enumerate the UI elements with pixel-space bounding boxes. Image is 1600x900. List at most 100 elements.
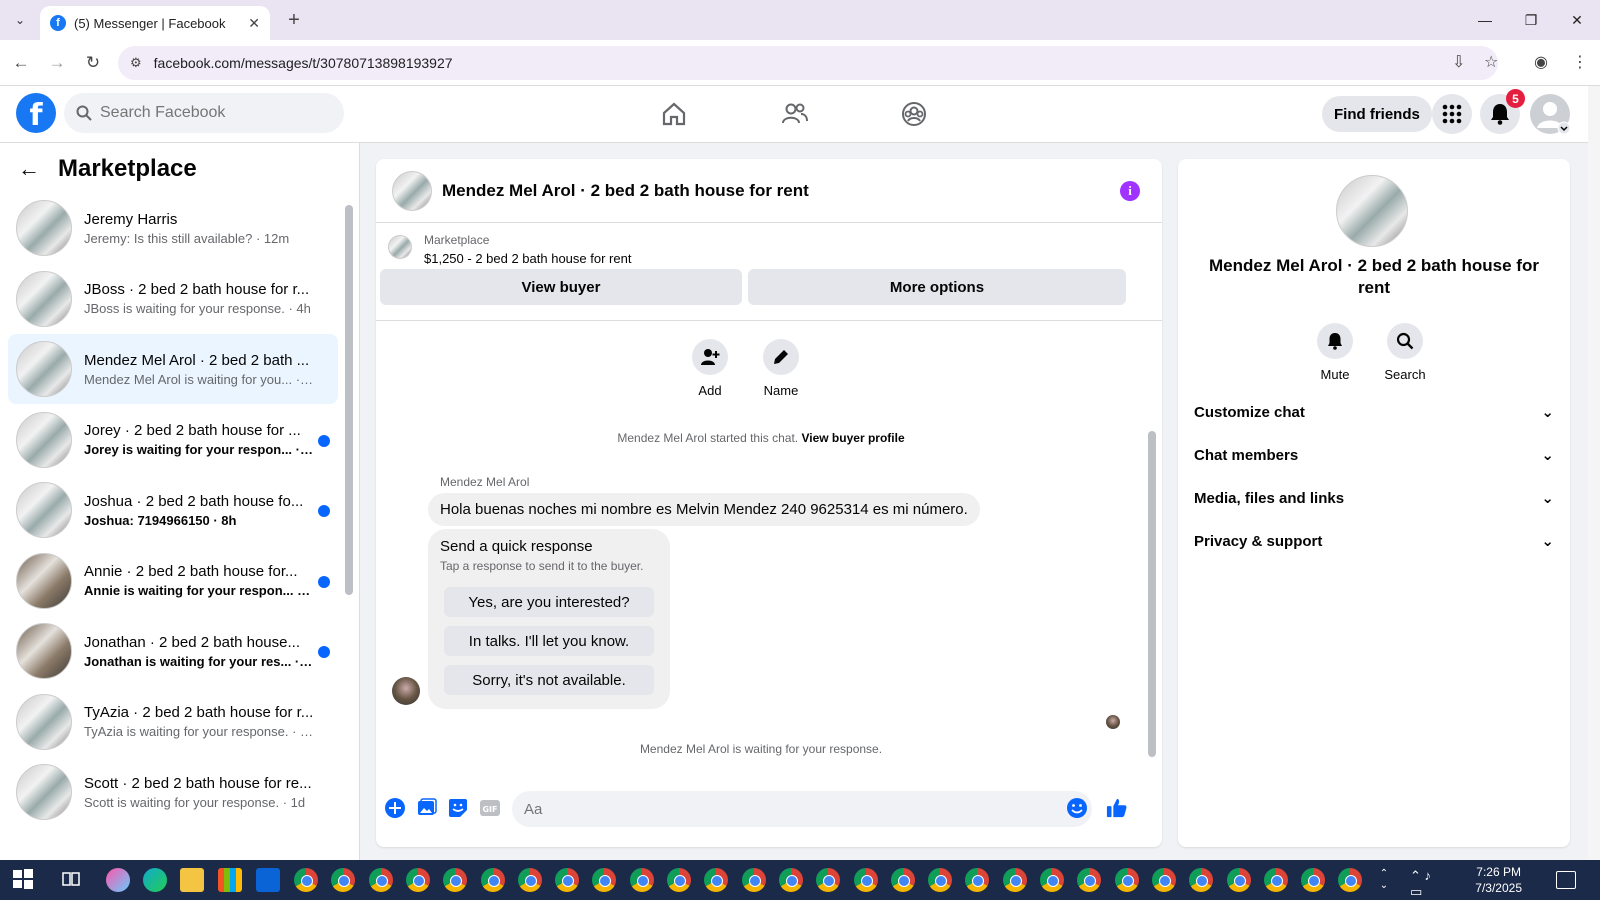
quick-response-option[interactable]: Yes, are you interested? (444, 587, 654, 617)
chrome-window-icon[interactable] (890, 868, 915, 892)
add-people-action[interactable]: Add (680, 339, 740, 398)
mail-icon[interactable] (256, 868, 280, 892)
back-arrow-icon[interactable]: ← (8, 50, 34, 76)
conversation-item[interactable]: Mendez Mel Arol · 2 bed 2 bath ... Mendez… (8, 334, 338, 404)
conversation-item[interactable]: Joshua · 2 bed 2 bath house fo... Joshua:… (8, 475, 338, 545)
chrome-window-icon[interactable] (331, 868, 356, 892)
section-chat-members[interactable]: Chat members ⌄ (1194, 438, 1554, 472)
chrome-window-icon[interactable] (480, 868, 505, 892)
chrome-window-icon[interactable] (816, 868, 841, 892)
chrome-window-icon[interactable] (741, 868, 766, 892)
conversation-item[interactable]: Jorey · 2 bed 2 bath house for ... Jorey … (8, 405, 338, 475)
details-avatar[interactable] (1336, 175, 1408, 247)
chrome-window-icon[interactable] (443, 868, 468, 892)
quick-response-option[interactable]: Sorry, it's not available. (444, 665, 654, 695)
windows-start-icon[interactable] (12, 868, 36, 892)
chrome-window-icon[interactable] (1077, 868, 1102, 892)
friends-icon[interactable] (774, 98, 814, 130)
chrome-window-icon[interactable] (667, 868, 691, 892)
conversation-item[interactable]: TyAzia · 2 bed 2 bath house for r... TyAz… (8, 687, 338, 757)
sticker-icon[interactable] (447, 797, 469, 819)
chrome-window-icon[interactable] (294, 868, 318, 892)
conversation-item[interactable]: Annie · 2 bed 2 bath house for... Annie i… (8, 546, 338, 616)
info-icon[interactable]: i (1120, 181, 1140, 201)
view-buyer-button[interactable]: View buyer (380, 269, 742, 305)
chrome-window-icon[interactable] (1226, 868, 1251, 892)
chrome-window-icon[interactable] (405, 868, 430, 892)
chrome-window-icon[interactable] (1040, 868, 1064, 892)
taskbar-clock[interactable]: 7:26 PM 7/3/2025 (1475, 864, 1522, 896)
chrome-window-icon[interactable] (629, 868, 654, 892)
chrome-window-icon[interactable] (965, 868, 990, 892)
chrome-window-icon[interactable] (1301, 868, 1326, 892)
notification-center-icon[interactable] (1556, 871, 1576, 889)
chrome-window-icon[interactable] (517, 868, 542, 892)
listing-title[interactable]: $1,250 - 2 bed 2 bath house for rent (424, 251, 631, 266)
search-input[interactable] (100, 104, 320, 122)
view-buyer-profile-link[interactable]: View buyer profile (801, 431, 904, 445)
copilot-icon[interactable] (106, 868, 130, 892)
file-explorer-icon[interactable] (180, 868, 204, 892)
photo-icon[interactable] (416, 797, 438, 819)
quick-response-option[interactable]: In talks. I'll let you know. (444, 626, 654, 656)
site-info-icon[interactable]: ⚙ (130, 55, 142, 71)
facebook-search[interactable] (64, 93, 344, 133)
browser-tab[interactable]: f (5) Messenger | Facebook ✕ (40, 6, 270, 40)
taskbar-scroll-icon[interactable]: ⌃ ⌄ (1372, 868, 1396, 892)
reload-icon[interactable]: ↻ (80, 50, 106, 76)
gif-icon[interactable]: GIF (478, 797, 502, 819)
section-customize-chat[interactable]: Customize chat ⌄ (1194, 395, 1554, 429)
mute-action[interactable]: Mute (1305, 323, 1365, 382)
new-tab-plus-icon[interactable]: + (282, 8, 306, 32)
section-media-files-links[interactable]: Media, files and links ⌄ (1194, 481, 1554, 515)
search-chat-action[interactable]: Search (1375, 323, 1435, 382)
chat-scrollbar[interactable] (1148, 431, 1156, 757)
chrome-window-icon[interactable] (368, 868, 393, 892)
conversation-item[interactable]: Scott · 2 bed 2 bath house for re... Scot… (8, 757, 338, 827)
chat-avatar[interactable] (392, 170, 432, 211)
browser-menu-icon[interactable]: ⋮ (1572, 52, 1588, 72)
sidebar-scrollbar[interactable] (345, 205, 353, 595)
system-tray-icons[interactable]: ⌃ ♪ ▭ (1410, 868, 1434, 899)
groups-icon[interactable] (894, 98, 934, 130)
chrome-window-icon[interactable] (928, 868, 953, 892)
section-privacy-support[interactable]: Privacy & support ⌄ (1194, 524, 1554, 558)
chrome-window-icon[interactable] (1151, 868, 1176, 892)
bookmark-star-icon[interactable]: ☆ (1484, 52, 1498, 72)
message-input[interactable] (512, 791, 1092, 827)
find-friends-button[interactable]: Find friends (1322, 96, 1432, 132)
tab-close-icon[interactable]: ✕ (248, 15, 260, 32)
conversation-item[interactable]: Jonathan · 2 bed 2 bath house... Jonathan… (8, 616, 338, 686)
conversation-item[interactable]: Jeremy Harris Jeremy: Is this still avail… (8, 193, 338, 263)
chrome-window-icon[interactable] (704, 868, 729, 892)
task-view-icon[interactable] (60, 868, 84, 892)
page-scrollbar[interactable] (1588, 86, 1600, 860)
emoji-icon[interactable] (1066, 797, 1088, 819)
sender-avatar[interactable] (392, 677, 420, 705)
name-chat-action[interactable]: Name (751, 339, 811, 398)
back-arrow-icon[interactable]: ← (18, 156, 40, 182)
chrome-window-icon[interactable] (555, 868, 580, 892)
thumbs-up-icon[interactable] (1106, 797, 1128, 819)
chrome-window-icon[interactable] (592, 868, 617, 892)
restore-window-icon[interactable]: ❐ (1508, 0, 1554, 40)
conversation-item[interactable]: JBoss · 2 bed 2 bath house for r... JBoss… (8, 264, 338, 334)
minimize-window-icon[interactable]: — (1462, 0, 1508, 40)
address-bar[interactable]: ⚙ facebook.com/messages/t/30780713898193… (118, 46, 1498, 80)
install-app-icon[interactable]: ⇩ (1452, 52, 1465, 72)
chrome-window-icon[interactable] (853, 868, 878, 892)
message-bubble[interactable]: Hola buenas noches mi nombre es Melvin M… (428, 493, 980, 526)
chrome-window-icon[interactable] (1002, 868, 1027, 892)
tab-search-chevron-icon[interactable]: ⌄ (8, 8, 32, 32)
chrome-window-icon[interactable] (1114, 868, 1139, 892)
chrome-window-icon[interactable] (1263, 868, 1288, 892)
chat-title[interactable]: Mendez Mel Arol · 2 bed 2 bath house for… (442, 181, 809, 201)
chrome-window-icon[interactable] (778, 868, 803, 892)
chrome-window-icon[interactable] (1338, 868, 1363, 892)
plus-circle-icon[interactable] (384, 797, 406, 819)
store-icon[interactable] (218, 868, 242, 892)
facebook-logo-icon[interactable]: f (16, 93, 56, 133)
chrome-window-icon[interactable] (1189, 868, 1214, 892)
close-window-icon[interactable]: ✕ (1554, 0, 1600, 40)
account-avatar[interactable] (1530, 94, 1570, 134)
